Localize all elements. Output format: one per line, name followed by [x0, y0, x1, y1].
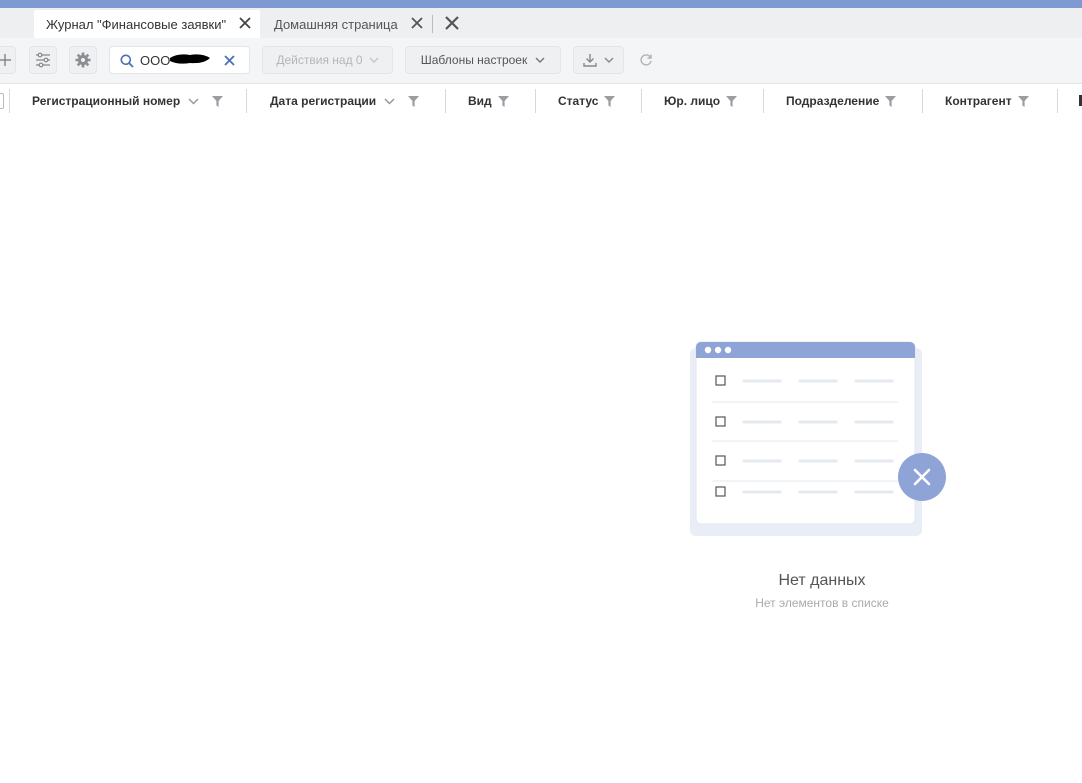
- empty-state-title: Нет данных: [778, 572, 866, 589]
- clear-icon[interactable]: [224, 55, 235, 66]
- select-all-checkbox[interactable]: [0, 93, 4, 109]
- templates-dropdown[interactable]: Шаблоны настроек: [405, 46, 561, 74]
- redaction-mark: [170, 54, 210, 64]
- table-header: Регистрационный номер Дата регистрации В…: [0, 84, 1082, 118]
- refresh-icon[interactable]: [639, 53, 653, 67]
- column-divider: [922, 89, 923, 113]
- chevron-down-icon[interactable]: [188, 97, 199, 105]
- column-type[interactable]: Вид: [468, 84, 509, 118]
- close-all-tabs-icon[interactable]: [444, 15, 460, 31]
- filter-settings-button[interactable]: [29, 46, 57, 74]
- column-divider: [763, 89, 764, 113]
- column-label: Контрагент: [945, 94, 1012, 108]
- empty-state-subtitle: Нет элементов в списке: [755, 596, 889, 610]
- funnel-icon[interactable]: [408, 95, 420, 107]
- column-divider: [9, 89, 10, 113]
- tab-financial-requests[interactable]: Журнал "Финансовые заявки": [34, 10, 260, 38]
- funnel-icon[interactable]: [1017, 95, 1029, 107]
- column-label: Статус: [558, 94, 599, 108]
- chevron-down-icon: [369, 57, 379, 63]
- tab-bar: Журнал "Финансовые заявки" Домашняя стра…: [0, 8, 1082, 38]
- funnel-icon[interactable]: [212, 95, 224, 107]
- column-divider: [445, 89, 446, 113]
- column-legal-entity[interactable]: Юр. лицо: [664, 84, 738, 118]
- search-field[interactable]: ООО: [109, 46, 250, 74]
- download-icon: [583, 54, 597, 67]
- settings-button[interactable]: [69, 46, 97, 74]
- column-label: Вид: [468, 94, 492, 108]
- toolbar: ООО Действия над 0 Шаблоны настроек: [0, 38, 1082, 84]
- column-divider: [641, 89, 642, 113]
- column-registration-date[interactable]: Дата регистрации: [270, 84, 420, 118]
- chevron-down-icon[interactable]: [384, 97, 395, 105]
- funnel-icon[interactable]: [726, 95, 738, 107]
- funnel-icon[interactable]: [604, 95, 616, 107]
- column-registration-number[interactable]: Регистрационный номер: [32, 84, 224, 118]
- templates-label: Шаблоны настроек: [420, 53, 528, 67]
- actions-label: Действия над 0: [276, 53, 363, 67]
- close-icon[interactable]: [410, 16, 424, 30]
- column-label: Дата регистрации: [270, 94, 377, 108]
- actions-dropdown[interactable]: Действия над 0: [262, 46, 393, 74]
- tab-label: Журнал "Финансовые заявки": [46, 16, 227, 32]
- close-icon[interactable]: [238, 16, 252, 30]
- search-input[interactable]: ООО: [140, 53, 170, 68]
- filter-settings-icon: [36, 52, 50, 68]
- empty-list-illustration: [690, 341, 946, 536]
- column-divider: [1057, 89, 1058, 113]
- top-accent-strip: [0, 0, 1082, 8]
- column-label: Подразделение: [786, 94, 880, 108]
- chevron-down-icon: [604, 57, 614, 63]
- plus-icon: [0, 54, 11, 66]
- column-department[interactable]: Подразделение: [786, 84, 897, 118]
- funnel-icon[interactable]: [497, 95, 509, 107]
- add-button[interactable]: [0, 46, 16, 74]
- column-status[interactable]: Статус: [558, 84, 616, 118]
- search-icon: [120, 54, 134, 68]
- tab-home[interactable]: Домашняя страница: [262, 10, 432, 38]
- column-divider: [535, 89, 536, 113]
- tab-divider: [432, 15, 433, 33]
- column-counterparty[interactable]: Контрагент: [945, 84, 1029, 118]
- export-dropdown[interactable]: [573, 46, 624, 74]
- funnel-icon[interactable]: [885, 95, 897, 107]
- column-divider: [246, 89, 247, 113]
- tab-label: Домашняя страница: [274, 16, 398, 32]
- column-label: Юр. лицо: [664, 94, 721, 108]
- gear-icon: [75, 52, 91, 68]
- chevron-down-icon: [535, 57, 545, 63]
- column-label: Регистрационный номер: [32, 94, 181, 108]
